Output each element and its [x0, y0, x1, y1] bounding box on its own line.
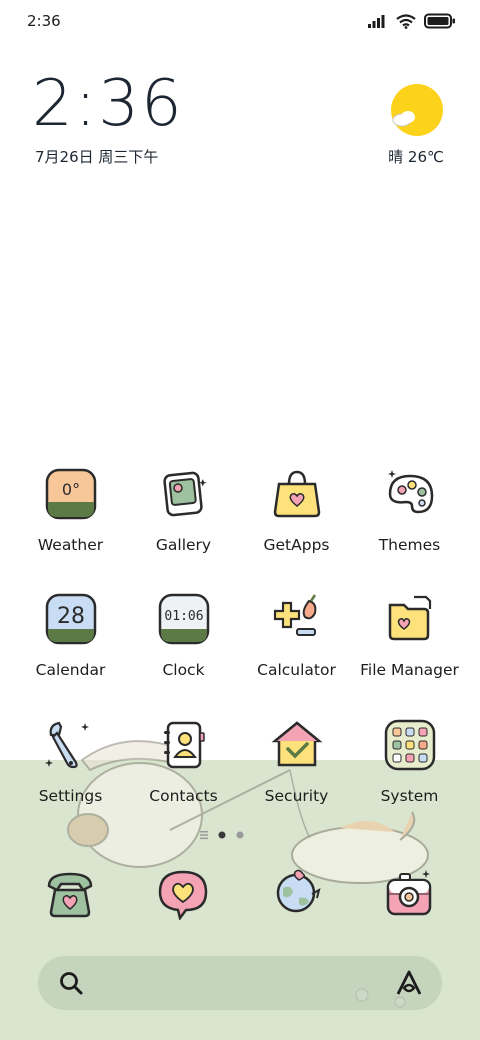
- app-clock-label: Clock: [162, 661, 205, 679]
- app-gallery-label: Gallery: [155, 536, 212, 554]
- app-system-label: System: [380, 787, 439, 805]
- app-themes[interactable]: Themes: [353, 468, 466, 578]
- battery-icon: [424, 13, 455, 29]
- browser-icon[interactable]: [269, 866, 323, 920]
- app-system-folder[interactable]: System: [353, 719, 466, 829]
- gallery-icon: [163, 471, 207, 517]
- app-themes-label: Themes: [378, 536, 441, 554]
- status-time: 2:36: [27, 12, 61, 30]
- app-contacts[interactable]: Contacts: [127, 719, 240, 829]
- app-getapps[interactable]: GetApps: [240, 468, 353, 578]
- app-security-label: Security: [264, 787, 329, 805]
- status-bar: 2:36: [0, 0, 480, 42]
- weather-app-temp: 0°: [62, 480, 80, 499]
- clock-widget-time[interactable]: 2:36: [32, 72, 184, 136]
- app-calendar-label: Calendar: [35, 661, 106, 679]
- app-calculator-label: Calculator: [257, 661, 336, 679]
- page-indicator-home[interactable]: [200, 831, 208, 840]
- app-settings-label: Settings: [38, 787, 103, 805]
- page-indicator[interactable]: [200, 829, 250, 841]
- assistant-icon[interactable]: [394, 968, 424, 998]
- app-file-manager[interactable]: File Manager: [353, 593, 466, 703]
- sun-cloud-icon[interactable]: [390, 84, 444, 138]
- clock-app-icon: 01:06: [158, 593, 210, 645]
- app-weather-label: Weather: [37, 536, 104, 554]
- wifi-icon: [396, 13, 416, 29]
- camera-icon[interactable]: [382, 866, 436, 920]
- system-folder-icon: [384, 719, 436, 771]
- app-calendar[interactable]: 28 Calendar: [14, 593, 127, 703]
- app-calculator[interactable]: Calculator: [240, 593, 353, 703]
- app-security[interactable]: Security: [240, 719, 353, 829]
- page-dot-active[interactable]: [218, 831, 226, 839]
- app-getapps-label: GetApps: [263, 536, 330, 554]
- weather-app-icon: 0°: [45, 468, 97, 520]
- app-gallery[interactable]: Gallery: [127, 468, 240, 578]
- clock-widget-date[interactable]: 7月26日 周三下午: [35, 146, 158, 167]
- palette-icon: [388, 470, 434, 514]
- contacts-book-icon: [164, 721, 205, 769]
- signal-icon: [368, 15, 385, 28]
- calculator-icon: [273, 594, 317, 636]
- app-clock[interactable]: 01:06 Clock: [127, 593, 240, 703]
- calendar-icon-date: 28: [57, 604, 85, 629]
- app-settings[interactable]: Settings: [14, 719, 127, 829]
- status-icons: [368, 12, 456, 30]
- weather-widget-text[interactable]: 晴 26℃: [384, 146, 448, 167]
- wrench-icon: [45, 721, 89, 769]
- shopping-bag-icon: [273, 470, 321, 518]
- search-bar[interactable]: [38, 956, 442, 1010]
- messages-icon[interactable]: [156, 866, 210, 920]
- app-weather[interactable]: 0° Weather: [14, 468, 127, 578]
- search-icon[interactable]: [58, 970, 84, 996]
- page-dot[interactable]: [236, 831, 244, 839]
- calendar-icon: 28: [45, 593, 97, 645]
- clock-icon-time: 01:06: [164, 609, 203, 624]
- security-house-icon: [271, 721, 323, 767]
- app-file-manager-label: File Manager: [360, 661, 459, 679]
- folder-icon: [388, 595, 432, 641]
- app-contacts-label: Contacts: [149, 787, 218, 805]
- phone-icon[interactable]: [43, 866, 97, 920]
